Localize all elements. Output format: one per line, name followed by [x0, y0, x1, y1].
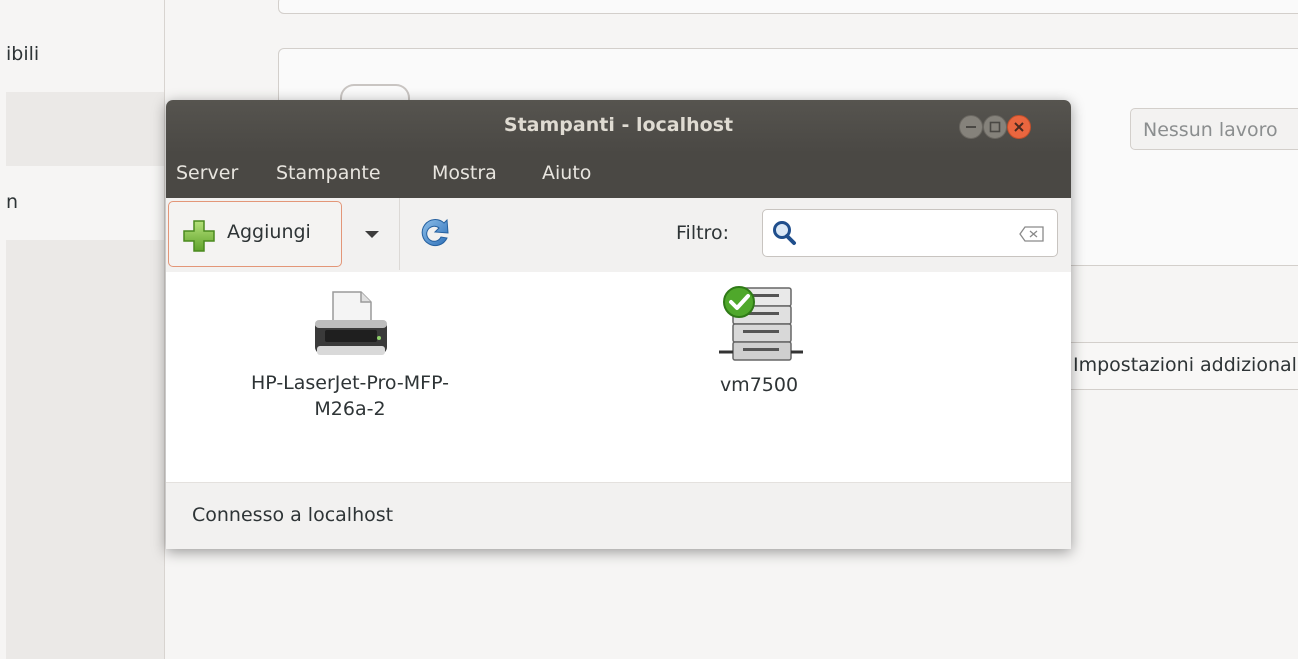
printer-icon: [315, 291, 387, 355]
maximize-icon: [989, 121, 1001, 133]
menubar: Server Stampante Mostra Aiuto: [166, 154, 1071, 198]
settings-frame-top: [278, 0, 1298, 14]
toolbar-separator: [399, 198, 400, 270]
toolbar: Aggiungi Filtro:: [166, 198, 1071, 273]
clear-icon[interactable]: [1019, 226, 1045, 242]
close-icon: [1014, 122, 1024, 132]
menu-server[interactable]: Server: [176, 162, 238, 184]
window-title: Stampanti - localhost: [503, 114, 734, 136]
jobs-status-button[interactable]: Nessun lavoro: [1130, 108, 1298, 150]
filter-input[interactable]: [799, 218, 1013, 248]
printer-item[interactable]: HP-LaserJet-Pro-MFP- M26a-2: [200, 286, 500, 422]
maximize-button[interactable]: [983, 115, 1007, 139]
printer-name: HP-LaserJet-Pro-MFP-: [251, 372, 449, 394]
sidebar-item-available[interactable]: ibili: [6, 18, 164, 92]
chevron-down-icon: [365, 231, 379, 238]
printer-item[interactable]: vm7500: [654, 282, 864, 398]
connection-status: Connesso a localhost: [192, 504, 394, 526]
sidebar-item-selected[interactable]: n: [6, 166, 164, 240]
statusbar: Connesso a localhost: [166, 482, 1071, 549]
filter-field[interactable]: [762, 209, 1058, 257]
sidebar-item-label: n: [6, 191, 19, 213]
add-button-label: Aggiungi: [227, 221, 311, 243]
additional-settings-button[interactable]: Impostazioni addizionali: [1060, 342, 1298, 390]
add-icon: [183, 220, 215, 252]
refresh-button[interactable]: [414, 214, 456, 254]
sidebar-item-label: ibili: [6, 43, 40, 65]
add-dropdown-button[interactable]: [354, 218, 390, 250]
minimize-icon: [966, 126, 976, 128]
settings-sidebar: ibili n: [6, 0, 165, 659]
printer-list: HP-LaserJet-Pro-MFP- M26a-2 vm7500: [166, 272, 1071, 482]
printer-name-line2: M26a-2: [314, 398, 386, 420]
refresh-icon: [421, 218, 449, 247]
printers-dialog: Stampanti - localhost Server Stampante M…: [166, 100, 1071, 549]
printer-name: vm7500: [719, 374, 799, 396]
sidebar-item[interactable]: [6, 92, 164, 166]
close-button[interactable]: [1007, 115, 1031, 139]
menu-view[interactable]: Mostra: [432, 162, 497, 184]
sidebar-empty-area: [6, 240, 164, 659]
add-printer-button[interactable]: Aggiungi: [168, 201, 342, 267]
network-printer-default-icon: [719, 286, 803, 361]
menu-printer[interactable]: Stampante: [276, 162, 381, 184]
titlebar[interactable]: Stampanti - localhost: [166, 100, 1071, 154]
minimize-button[interactable]: [959, 115, 983, 139]
filter-label: Filtro:: [676, 222, 729, 244]
search-icon: [773, 221, 796, 245]
menu-help[interactable]: Aiuto: [542, 162, 591, 184]
